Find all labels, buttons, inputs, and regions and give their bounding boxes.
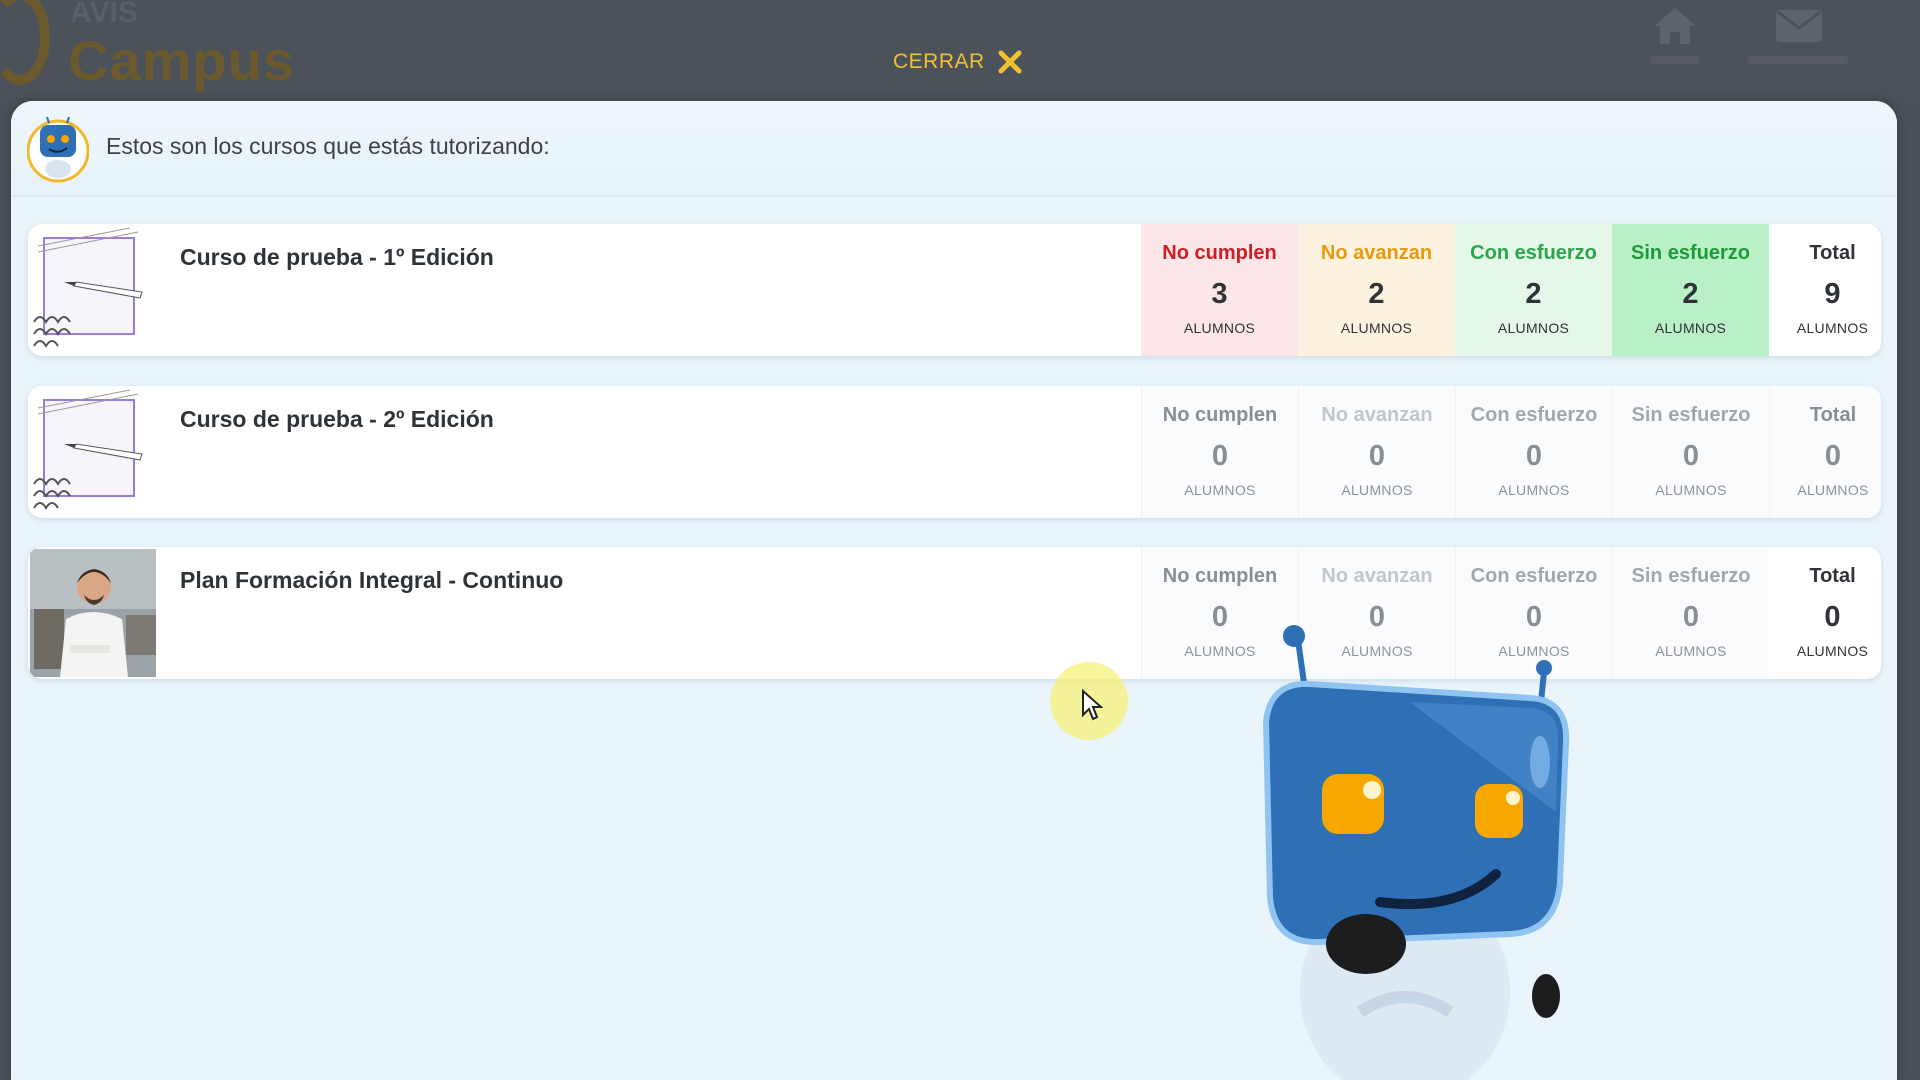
stat-label: No cumplen	[1162, 565, 1278, 587]
stat-value: 0	[1824, 440, 1842, 472]
stat-con-esfuerzo[interactable]: Con esfuerzo 2 ALUMNOS	[1455, 224, 1612, 356]
robot-avatar-icon	[27, 116, 89, 183]
stat-value: 0	[1682, 601, 1700, 633]
stat-sin-esfuerzo[interactable]: Sin esfuerzo 2 ALUMNOS	[1612, 224, 1769, 356]
stat-label: Total	[1809, 565, 1856, 587]
stat-label: Sin esfuerzo	[1631, 565, 1751, 587]
stat-value: 0	[1824, 601, 1841, 633]
stat-label: Con esfuerzo	[1470, 565, 1598, 587]
stat-value: 2	[1525, 278, 1542, 310]
brand-name: Campus	[68, 29, 295, 92]
stat-label: Sin esfuerzo	[1631, 404, 1751, 426]
stat-label: No avanzan	[1320, 242, 1433, 264]
mail-icon	[1776, 10, 1822, 42]
stat-total[interactable]: Total 9 ALUMNOS	[1769, 224, 1881, 356]
stat-no-cumplen[interactable]: No cumplen 3 ALUMNOS	[1141, 224, 1298, 356]
stat-unit: ALUMNOS	[1497, 320, 1570, 336]
notebook-pencil-thumbnail	[30, 388, 156, 516]
tutor-courses-modal: Estos son los cursos que estás tutorizan…	[11, 101, 1897, 1080]
stat-unit: ALUMNOS	[1184, 482, 1256, 498]
stat-no-avanzan[interactable]: No avanzan 2 ALUMNOS	[1298, 224, 1455, 356]
course-title[interactable]: Curso de prueba - 2º Edición	[180, 406, 494, 433]
stat-unit: ALUMNOS	[1654, 320, 1727, 336]
stat-unit: ALUMNOS	[1183, 320, 1256, 336]
mail-label-placeholder	[1748, 56, 1848, 64]
close-label: CERRAR	[893, 50, 985, 73]
stat-unit: ALUMNOS	[1655, 482, 1727, 498]
close-icon	[998, 50, 1022, 74]
stat-sin-esfuerzo[interactable]: Sin esfuerzo 0 ALUMNOS	[1612, 386, 1769, 518]
brand-small-text: AVIS	[70, 0, 138, 29]
course-stats: No cumplen 0 ALUMNOS No avanzan 0 ALUMNO…	[1141, 386, 1881, 518]
modal-header-text: Estos son los cursos que estás tutorizan…	[106, 133, 550, 159]
stat-value: 0	[1682, 440, 1700, 472]
stat-value: 0	[1211, 440, 1229, 472]
stat-label: No avanzan	[1321, 565, 1433, 587]
stat-value: 2	[1682, 278, 1699, 310]
stat-label: No cumplen	[1162, 242, 1277, 264]
stat-label: No cumplen	[1162, 404, 1278, 426]
stat-sin-esfuerzo[interactable]: Sin esfuerzo 0 ALUMNOS	[1612, 547, 1769, 679]
stat-label: Con esfuerzo	[1470, 404, 1598, 426]
stat-no-cumplen[interactable]: No cumplen 0 ALUMNOS	[1141, 386, 1298, 518]
stat-unit: ALUMNOS	[1796, 643, 1869, 659]
course-row[interactable]: Plan Formación Integral - Continuo No cu…	[28, 547, 1881, 679]
campus-logo-icon	[0, 0, 50, 85]
stat-total[interactable]: Total 0 ALUMNOS	[1769, 547, 1881, 679]
stat-unit: ALUMNOS	[1796, 320, 1869, 336]
course-row[interactable]: Curso de prueba - 2º Edición No cumplen …	[28, 386, 1881, 518]
stat-label: Total	[1809, 404, 1857, 426]
stat-total[interactable]: Total 0 ALUMNOS	[1769, 386, 1881, 518]
close-button[interactable]: CERRAR	[893, 46, 1023, 78]
stat-value: 0	[1525, 440, 1543, 472]
course-row[interactable]: Curso de prueba - 1º Edición No cumplen …	[28, 224, 1881, 356]
stat-unit: ALUMNOS	[1341, 482, 1413, 498]
stat-value: 2	[1368, 278, 1385, 310]
course-title[interactable]: Plan Formación Integral - Continuo	[180, 567, 563, 594]
stat-unit: ALUMNOS	[1797, 482, 1869, 498]
stat-unit: ALUMNOS	[1340, 320, 1413, 336]
home-icon	[1654, 8, 1696, 44]
stat-label: Con esfuerzo	[1470, 242, 1597, 264]
stat-label: No avanzan	[1321, 404, 1433, 426]
chef-photo-thumbnail	[30, 549, 156, 677]
stat-unit: ALUMNOS	[1498, 482, 1570, 498]
mouse-pointer-icon	[1082, 689, 1103, 721]
stat-value: 0	[1211, 601, 1229, 633]
stat-con-esfuerzo[interactable]: Con esfuerzo 0 ALUMNOS	[1455, 386, 1612, 518]
home-label-placeholder	[1650, 56, 1700, 64]
course-stats: No cumplen 3 ALUMNOS No avanzan 2 ALUMNO…	[1141, 224, 1881, 356]
notebook-pencil-thumbnail	[30, 226, 156, 354]
modal-header: Estos son los cursos que estás tutorizan…	[11, 101, 1897, 197]
stat-label: Total	[1809, 242, 1856, 264]
course-title[interactable]: Curso de prueba - 1º Edición	[180, 244, 494, 271]
stat-value: 3	[1211, 278, 1228, 310]
stat-value: 0	[1368, 440, 1386, 472]
stat-value: 9	[1824, 278, 1841, 310]
stat-no-avanzan[interactable]: No avanzan 0 ALUMNOS	[1298, 386, 1455, 518]
stat-label: Sin esfuerzo	[1631, 242, 1750, 264]
robot-mascot-illustration	[1262, 625, 1570, 1080]
stat-unit: ALUMNOS	[1655, 643, 1727, 659]
